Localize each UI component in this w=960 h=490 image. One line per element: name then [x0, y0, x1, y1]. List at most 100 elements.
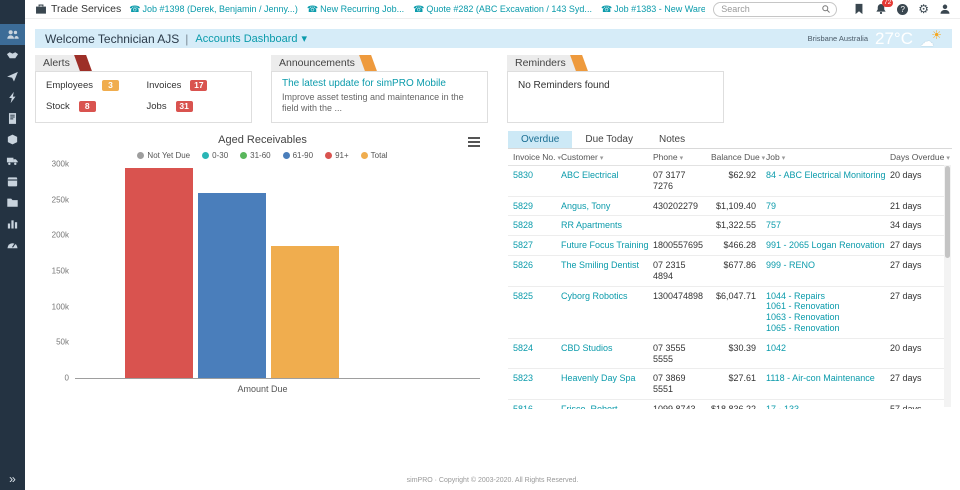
sidebar-item-folder[interactable]	[0, 192, 25, 213]
phone-icon: ☎	[129, 3, 141, 14]
topbar-job-link[interactable]: Quote #282 (ABC Excavation / 143 Syd...	[426, 4, 592, 14]
sidebar-item-calendar[interactable]	[0, 171, 25, 192]
invoice-link[interactable]: 5823	[513, 373, 533, 383]
invoice-link[interactable]: 5825	[513, 291, 533, 301]
sidebar-expand-button[interactable]: »	[0, 472, 25, 486]
customer-link[interactable]: Frisco, Robert	[561, 404, 618, 409]
column-header-balance-due[interactable]: Balance Due ▾	[711, 149, 766, 166]
alerts-card: Alerts Employees 3 Invoices 17 Stock 8 Jobs 31	[35, 53, 252, 125]
chart-menu-icon[interactable]	[468, 135, 480, 149]
gauge-icon	[7, 242, 18, 249]
bookmark-icon[interactable]	[853, 3, 865, 15]
job-link[interactable]: 757	[766, 220, 887, 231]
main-row: Aged Receivables Not Yet Due 0-30 31-60 61-…	[35, 131, 952, 409]
user-avatar-icon[interactable]	[939, 3, 951, 15]
legend-label: Not Yet Due	[147, 151, 191, 160]
column-header-job[interactable]: Job ▾	[766, 149, 890, 166]
sidebar-item-chart-bars[interactable]	[0, 213, 25, 234]
search-icon[interactable]	[821, 4, 831, 14]
job-link[interactable]: 17 - 133	[766, 404, 887, 409]
column-header-customer[interactable]: Customer ▾	[561, 149, 653, 166]
balance-cell: $27.61	[711, 368, 766, 400]
job-link[interactable]: 1065 - Renovation	[766, 323, 887, 334]
sidebar-item-users[interactable]	[0, 24, 25, 45]
alert-item-stock[interactable]: Stock 8	[46, 101, 141, 112]
job-link[interactable]: 1063 - Renovation	[766, 312, 887, 323]
sidebar-item-box[interactable]	[0, 129, 25, 150]
customer-link[interactable]: Future Focus Training	[561, 240, 649, 250]
scrollbar-thumb[interactable]	[945, 166, 950, 258]
bolt-icon	[9, 91, 16, 104]
search-input[interactable]	[719, 3, 822, 15]
sidebar-item-gauge[interactable]	[0, 234, 25, 255]
tab-due-today[interactable]: Due Today	[572, 131, 646, 148]
topbar-job-link[interactable]: Job #1383 - New Warehouse fitout (M...	[614, 4, 705, 14]
customer-link[interactable]: RR Apartments	[561, 220, 622, 230]
weather-location: Brisbane Australia	[807, 34, 869, 43]
alert-label: Invoices	[146, 80, 182, 91]
invoice-link[interactable]: 5828	[513, 220, 533, 230]
chart-plot: 300k 250k 200k 150k 100k 50k 0	[52, 160, 480, 383]
invoice-link[interactable]: 5826	[513, 260, 533, 270]
job-link[interactable]: 1042	[766, 343, 887, 354]
column-header-invoice-no-[interactable]: Invoice No. ▾	[508, 149, 561, 166]
legend-item[interactable]: 31-60	[240, 151, 271, 160]
invoice-link[interactable]: 5829	[513, 201, 533, 211]
legend-item[interactable]: Not Yet Due	[137, 151, 190, 160]
dashboard-select[interactable]: Accounts Dashboard ▾	[195, 32, 307, 46]
days-overdue-cell: 27 days	[890, 368, 944, 400]
legend-item[interactable]: 61-90	[282, 151, 313, 160]
dashboard-cards: Alerts Employees 3 Invoices 17 Stock 8 Jobs 31 …	[35, 53, 952, 125]
invoice-link[interactable]: 5824	[513, 343, 533, 353]
table-row: 5827 Future Focus Training 1800557695 $466.…	[508, 235, 944, 256]
phone-icon: ☎	[413, 3, 425, 14]
job-link[interactable]: 1118 - Air-con Maintenance	[766, 373, 887, 384]
y-axis-tick: 250k	[51, 195, 69, 205]
customer-link[interactable]: Angus, Tony	[561, 201, 610, 211]
phone-cell: 1099 8743	[653, 399, 711, 409]
job-link[interactable]: 79	[766, 201, 887, 212]
sidebar-nav	[0, 24, 25, 255]
notifications-bell-icon[interactable]: 72	[875, 0, 894, 15]
customer-link[interactable]: CBD Studios	[561, 343, 613, 353]
legend-item[interactable]: 91+	[325, 151, 349, 160]
days-overdue-cell: 21 days	[890, 196, 944, 217]
sidebar-item-handshake[interactable]	[0, 45, 25, 66]
job-link[interactable]: 1044 - Repairs	[766, 291, 887, 302]
topbar-job-link[interactable]: Job #1398 (Derek, Benjamin / Jenny...)	[142, 4, 297, 14]
announcement-text: Improve asset testing and maintenance in…	[282, 92, 464, 114]
customer-link[interactable]: The Smiling Dentist	[561, 260, 639, 270]
invoice-link[interactable]: 5830	[513, 170, 533, 180]
topbar-job-link[interactable]: New Recurring Job...	[320, 4, 404, 14]
settings-gear-icon[interactable]: ⚙	[918, 3, 929, 15]
announcements-title: Announcements	[279, 57, 355, 69]
column-header-phone[interactable]: Phone ▾	[653, 149, 711, 166]
alert-item-employees[interactable]: Employees 3	[46, 80, 141, 91]
customer-link[interactable]: ABC Electrical	[561, 170, 619, 180]
column-header-days-overdue[interactable]: Days Overdue ▾	[890, 149, 950, 166]
sidebar-item-invoice[interactable]	[0, 108, 25, 129]
customer-link[interactable]: Cyborg Robotics	[561, 291, 628, 301]
sidebar-item-truck[interactable]	[0, 150, 25, 171]
help-icon[interactable]: ?	[897, 3, 909, 15]
job-link[interactable]: 1061 - Renovation	[766, 301, 887, 312]
job-link[interactable]: 999 - RENO	[766, 260, 887, 271]
legend-item[interactable]: Total	[360, 151, 388, 160]
tab-notes[interactable]: Notes	[646, 131, 698, 148]
invoice-link[interactable]: 5816	[513, 404, 533, 409]
balance-cell: $62.92	[711, 165, 766, 197]
tab-overdue[interactable]: Overdue	[508, 131, 573, 148]
sidebar-item-send[interactable]	[0, 66, 25, 87]
invoice-link[interactable]: 5827	[513, 240, 533, 250]
alert-item-invoices[interactable]: Invoices 17	[147, 80, 242, 91]
alert-item-jobs[interactable]: Jobs 31	[147, 101, 242, 112]
invoice-icon	[8, 113, 17, 124]
y-axis-tick: 200k	[51, 230, 69, 240]
legend-item[interactable]: 0-30	[202, 151, 228, 160]
sidebar-item-bolt[interactable]	[0, 87, 25, 108]
customer-link[interactable]: Heavenly Day Spa	[561, 373, 636, 383]
announcement-link[interactable]: The latest update for simPRO Mobile	[282, 78, 477, 89]
trade-services-menu[interactable]: Trade Services	[35, 3, 121, 15]
job-link[interactable]: 84 - ABC Electrical Monitoring	[766, 170, 887, 181]
job-link[interactable]: 991 - 2065 Logan Renovation	[766, 240, 887, 251]
